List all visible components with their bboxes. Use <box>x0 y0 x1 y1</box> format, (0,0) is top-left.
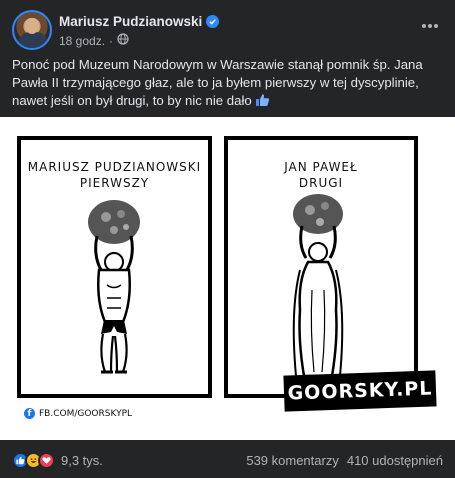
comments-count-link[interactable]: 539 komentarzy <box>246 453 339 468</box>
goorsky-watermark: GOORSKY.PL <box>283 370 437 412</box>
post-footer: 9,3 tys. 539 komentarzy 410 udostępnień <box>12 448 443 472</box>
author-name[interactable]: Mariusz Pudzianowski <box>59 14 202 29</box>
post-message: Ponoć pod Muzeum Narodowym w Warszawie s… <box>12 57 423 108</box>
globe-icon <box>117 33 129 48</box>
post-header: Mariusz Pudzianowski 18 godz. · <box>12 10 443 50</box>
reaction-icons[interactable] <box>12 451 55 469</box>
shares-count-link[interactable]: 410 udostępnień <box>347 453 443 468</box>
thumbs-up-emoji-icon <box>255 93 270 112</box>
fb-handle-text: FB.COM/GOORSKYPL <box>39 408 133 419</box>
post-card: Mariusz Pudzianowski 18 godz. · Ponoć po… <box>0 0 455 478</box>
author-avatar[interactable] <box>12 10 52 50</box>
comic-panel-left: MARIUSZ PUDZIANOWSKI PIERWSZY <box>17 136 212 398</box>
pope-statue-drawing <box>292 194 344 378</box>
love-icon <box>38 451 55 469</box>
reaction-count[interactable]: 9,3 tys. <box>61 453 103 468</box>
post-image-comic[interactable]: MARIUSZ PUDZIANOWSKI PIERWSZY JAN PAWEŁ … <box>0 117 455 440</box>
post-time[interactable]: 18 godz. <box>59 34 105 48</box>
facebook-logo-icon: f <box>24 408 35 419</box>
more-options-icon[interactable] <box>417 16 443 36</box>
separator-dot: · <box>109 33 114 48</box>
fb-handle-tag: f FB.COM/GOORSKYPL <box>24 408 132 419</box>
strongman-drawing <box>88 200 140 374</box>
verified-badge-icon <box>206 15 220 28</box>
comic-panel-right: JAN PAWEŁ DRUGI <box>224 136 418 398</box>
post-text: Ponoć pod Muzeum Narodowym w Warszawie s… <box>12 56 443 112</box>
